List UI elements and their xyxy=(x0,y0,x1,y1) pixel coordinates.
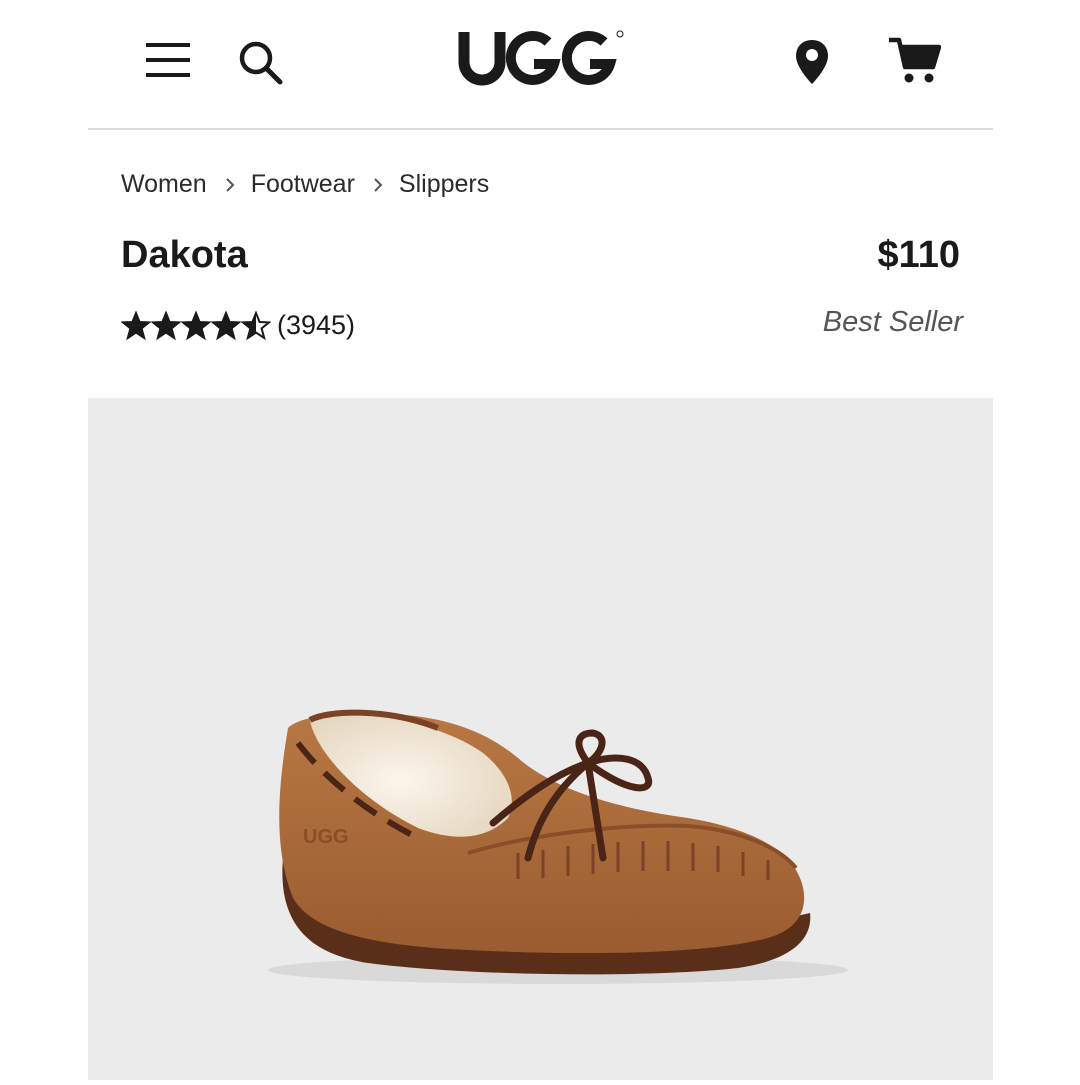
slipper-illustration: UGG xyxy=(268,709,848,984)
breadcrumb-footwear[interactable]: Footwear xyxy=(251,170,355,199)
breadcrumb-women[interactable]: Women xyxy=(121,170,207,199)
star-full-icon xyxy=(211,310,241,340)
menu-icon xyxy=(146,43,190,77)
product-rating[interactable]: (3945) xyxy=(121,310,355,341)
product-image[interactable]: UGG xyxy=(88,398,993,1080)
menu-button[interactable] xyxy=(144,38,192,82)
search-icon xyxy=(239,41,283,85)
site-header xyxy=(88,0,993,130)
slipper-logo: UGG xyxy=(303,826,349,848)
best-seller-badge: Best Seller xyxy=(822,306,963,338)
product-page: Women Footwear Slippers Dakota $110 (394… xyxy=(88,0,993,1080)
breadcrumb: Women Footwear Slippers xyxy=(121,170,489,199)
review-count: (3945) xyxy=(277,310,356,340)
cart-button[interactable] xyxy=(884,32,944,88)
location-pin-icon xyxy=(796,40,828,84)
star-full-icon xyxy=(151,310,181,340)
brand-logo[interactable] xyxy=(456,20,626,100)
rating-stars xyxy=(121,310,271,341)
chevron-right-icon xyxy=(373,177,383,193)
product-title: Dakota xyxy=(121,234,248,276)
store-locator-button[interactable] xyxy=(788,36,836,88)
star-half-icon xyxy=(241,310,271,340)
search-button[interactable] xyxy=(234,36,286,88)
product-price: $110 xyxy=(877,234,960,276)
breadcrumb-slippers[interactable]: Slippers xyxy=(399,170,489,199)
cart-icon xyxy=(889,37,941,83)
star-full-icon xyxy=(181,310,211,340)
star-full-icon xyxy=(121,310,151,340)
ugg-logo xyxy=(458,30,624,86)
chevron-right-icon xyxy=(225,177,235,193)
